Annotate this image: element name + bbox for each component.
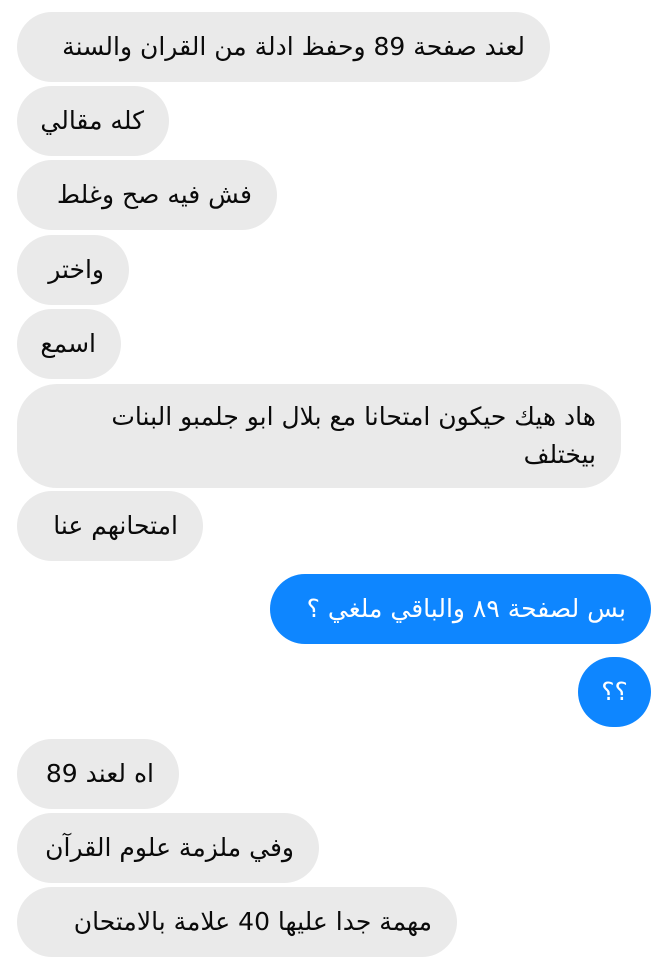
message-bubble-received[interactable]: امتحانهم عنا [17, 491, 203, 561]
message-bubble-received[interactable]: وفي ملزمة علوم القرآن [17, 813, 319, 883]
message-text: فش فيه صح وغلط [56, 180, 252, 209]
message-text: بس لصفحة ٨٩ والباقي ملغي ؟ [306, 594, 626, 623]
message-bubble-received[interactable]: اسمع [17, 309, 121, 379]
message-text: لعند صفحة 89 وحفظ ادلة من القران والسنة [62, 32, 525, 61]
message-bubble-sent[interactable]: بس لصفحة ٨٩ والباقي ملغي ؟ [270, 574, 651, 644]
message-text: كله مقالي [40, 106, 144, 135]
message-bubble-received[interactable]: هاد هيك حيكون امتحانا مع بلال ابو جلمبو … [17, 384, 621, 488]
message-bubble-received[interactable]: كله مقالي [17, 86, 169, 156]
message-bubble-received[interactable]: لعند صفحة 89 وحفظ ادلة من القران والسنة [17, 12, 550, 82]
message-text: ؟؟ [601, 677, 628, 706]
message-text: اسمع [40, 329, 96, 358]
message-text: امتحانهم عنا [53, 511, 178, 540]
message-bubble-received[interactable]: مهمة جدا عليها 40 علامة بالامتحان [17, 887, 457, 957]
message-bubble-received[interactable]: واختر [17, 235, 129, 305]
message-bubble-sent[interactable]: ؟؟ [578, 657, 651, 727]
message-bubble-received[interactable]: اه لعند 89 [17, 739, 179, 809]
message-text-line: هاد هيك حيكون امتحانا مع بلال ابو جلمبو … [111, 402, 596, 431]
chat-thread: لعند صفحة 89 وحفظ ادلة من القران والسنة … [0, 0, 662, 960]
message-text: اه لعند 89 [45, 759, 154, 788]
message-text: وفي ملزمة علوم القرآن [45, 833, 294, 862]
message-text: مهمة جدا عليها 40 علامة بالامتحان [73, 907, 432, 936]
message-bubble-received[interactable]: فش فيه صح وغلط [17, 160, 277, 230]
message-text: واختر [48, 255, 104, 284]
message-text-line: بيختلف [523, 440, 596, 469]
